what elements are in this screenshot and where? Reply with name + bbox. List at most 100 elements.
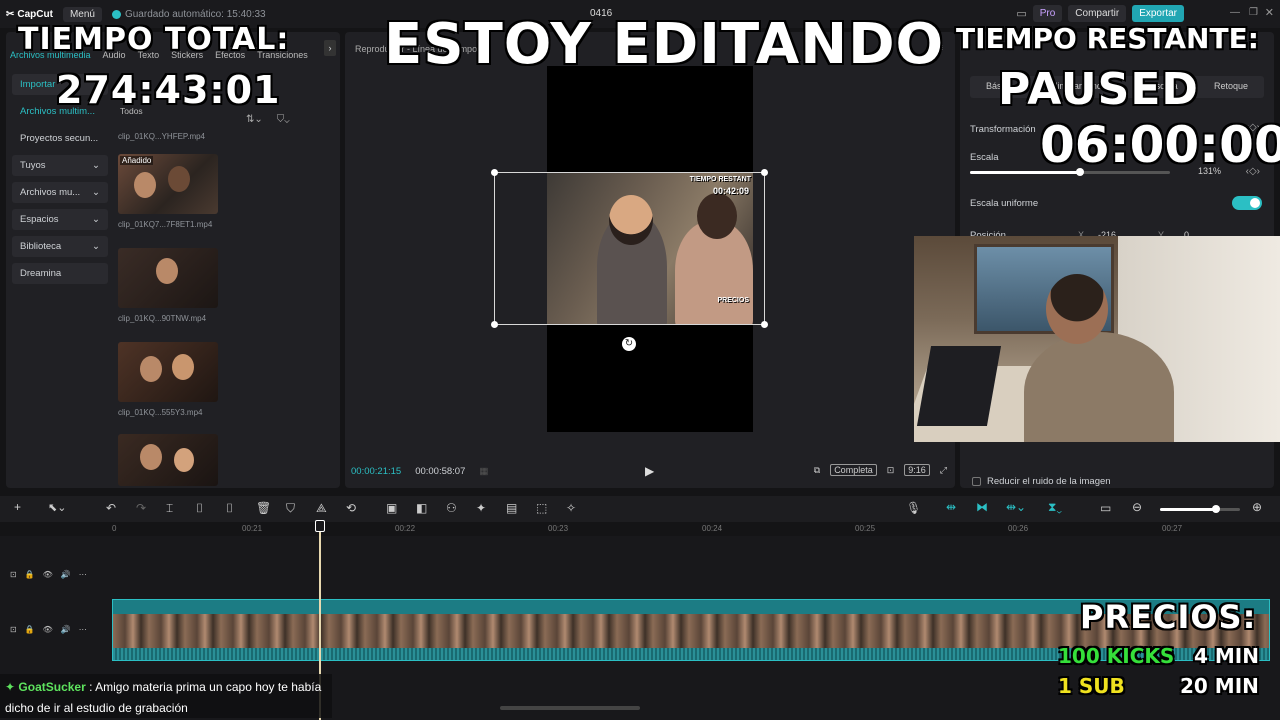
uniform-scale-toggle[interactable] <box>1232 196 1262 210</box>
fullscreen-icon[interactable]: ⤢ <box>940 465 947 476</box>
window-close-icon[interactable]: ✕ <box>1265 6 1274 19</box>
ai-icon[interactable]: ✧ <box>566 501 576 515</box>
resize-handle[interactable] <box>761 321 768 328</box>
export-frame-icon[interactable]: ⬚ <box>536 501 547 515</box>
grid-icon[interactable]: ▦ <box>479 466 488 477</box>
ruler-tick: 00:23 <box>548 524 569 533</box>
snap-icon[interactable]: ⧓ <box>976 500 988 514</box>
total-time-value: 274:43:01 <box>56 68 281 112</box>
select-tool-icon[interactable]: ⬉⌄ <box>48 501 66 514</box>
sidebar-item-yours[interactable]: Tuyos ⌄ <box>12 155 108 176</box>
track-cover-icon[interactable]: ⊡ <box>10 625 17 634</box>
media-item[interactable]: clip_01KQ...YHFEP.mp4 <box>118 126 218 141</box>
media-item[interactable]: clip_01KQ...90TNW.mp4 <box>118 248 218 323</box>
media-item[interactable] <box>118 434 218 486</box>
mark-icon[interactable]: ⛉ <box>286 501 295 516</box>
window-maximize-icon[interactable]: ❐ <box>1249 7 1258 18</box>
resize-handle[interactable] <box>491 169 498 176</box>
tab-retouch[interactable]: Retoque <box>1214 81 1248 93</box>
autosave-status: Guardado automático: 15:40:33 <box>111 9 266 20</box>
snapshot-icon[interactable]: ⊡ <box>887 465 895 476</box>
media-item[interactable]: clip_01KQ...555Y3.mp4 <box>118 342 218 417</box>
preview-axis-icon[interactable]: ⧗⌄ <box>1048 500 1062 515</box>
playhead-handle[interactable] <box>315 520 325 532</box>
chevron-down-icon: ⌄ <box>92 214 100 225</box>
microphone-icon[interactable]: 🎙 <box>906 501 921 515</box>
export-button[interactable]: Exportar <box>1132 5 1184 22</box>
redo-icon[interactable]: ↷ <box>136 501 146 515</box>
sidebar-item-dreamina[interactable]: Dreamina <box>12 263 108 284</box>
ruler-tick: 00:21 <box>242 524 263 533</box>
speed-icon[interactable]: ⟲ <box>346 501 356 515</box>
zoom-slider-knob[interactable] <box>1212 505 1220 513</box>
hd-icon[interactable]: ▤ <box>506 501 517 515</box>
link-icon[interactable]: ⇹⌄ <box>1006 500 1026 514</box>
crop-ratio-icon[interactable]: ⧉ <box>814 465 820 476</box>
eye-icon[interactable]: 👁 <box>43 625 53 634</box>
zoom-in-icon[interactable]: ⊕ <box>1252 500 1262 514</box>
timeline-ruler[interactable]: 0 00:21 00:22 00:23 00:24 00:25 00:26 00… <box>112 522 1280 536</box>
ruler-tick: 00:22 <box>395 524 416 533</box>
lock-icon[interactable]: 🔒 <box>25 570 35 579</box>
capcut-logo-icon: ✂ <box>6 8 15 20</box>
split-icon[interactable]: ⌶ <box>166 501 173 516</box>
webcam-laptop <box>916 346 1002 426</box>
topbar-actions: ▭ Pro Compartir Exportar <box>1016 5 1184 22</box>
sort-icon[interactable]: ⇅⌄ <box>246 114 263 125</box>
layout-icon[interactable]: ▭ <box>1016 7 1026 20</box>
media-item[interactable]: Añadido clip_01KQ7...7F8ET1.mp4 <box>118 154 218 229</box>
track-controls: ⊡ 🔒 👁 🔊 ⋯ <box>10 570 87 579</box>
tabs-next-icon[interactable]: › <box>324 40 336 56</box>
delete-icon[interactable]: 🗑 <box>256 501 271 515</box>
crop-icon[interactable]: ⟁ <box>316 501 327 516</box>
split-left-icon[interactable]: ⌷ <box>196 501 203 516</box>
resize-handle[interactable] <box>491 321 498 328</box>
undo-icon[interactable]: ↶ <box>106 501 116 515</box>
sidebar-item-spaces[interactable]: Espacios ⌄ <box>12 209 108 230</box>
rotate-icon[interactable]: ↻ <box>622 337 636 351</box>
sidebar-item-label: Tuyos <box>20 160 46 171</box>
zoom-slider[interactable] <box>1160 505 1240 513</box>
full-quality-button[interactable]: Completa <box>830 464 877 476</box>
selection-box[interactable] <box>491 169 768 328</box>
noise-reduction-label: Reducir el ruido de la imagen <box>987 476 1111 487</box>
media-filename: clip_01KQ7...7F8ET1.mp4 <box>118 220 213 229</box>
media-thumbnail <box>118 434 218 486</box>
person-icon[interactable]: ⚇ <box>446 501 457 515</box>
total-time: 00:00:58:07 <box>415 466 466 477</box>
sidebar-item-media-more[interactable]: Archivos mu... ⌄ <box>12 182 108 203</box>
split-right-icon[interactable]: ⌷ <box>226 501 233 516</box>
sidebar-item-library[interactable]: Biblioteca ⌄ <box>12 236 108 257</box>
magic-icon[interactable]: ✦ <box>476 501 486 515</box>
speaker-icon[interactable]: 🔊 <box>61 570 71 579</box>
chat-username: GoatSucker <box>18 680 86 694</box>
added-badge: Añadido <box>120 156 154 165</box>
pro-button[interactable]: Pro <box>1032 5 1063 22</box>
sidebar-item-subprojects[interactable]: Proyectos secun... <box>12 128 108 149</box>
aspect-ratio-button[interactable]: 9:16 <box>904 464 930 476</box>
link-main-icon[interactable]: ⇹ <box>946 500 956 514</box>
media-filename: clip_01KQ...90TNW.mp4 <box>118 314 207 323</box>
freeze-icon[interactable]: ▣ <box>386 501 397 515</box>
window-minimize-icon[interactable]: — <box>1230 7 1240 18</box>
lock-icon[interactable]: 🔒 <box>25 625 35 634</box>
speaker-icon[interactable]: 🔊 <box>61 625 71 634</box>
add-icon[interactable]: + <box>14 500 21 514</box>
app-name: CapCut <box>17 8 53 20</box>
horizontal-scrollbar[interactable] <box>500 706 640 710</box>
play-icon[interactable]: ▶ <box>645 464 654 478</box>
more-icon[interactable]: ⋯ <box>79 625 87 634</box>
zoom-out-icon[interactable]: ⊖ <box>1132 500 1142 514</box>
eye-icon[interactable]: 👁 <box>43 570 53 579</box>
chevron-down-icon: ⌄ <box>92 160 100 171</box>
share-button[interactable]: Compartir <box>1068 5 1127 22</box>
filter-icon[interactable]: ⛉⌄ <box>277 114 290 125</box>
track-cover-icon[interactable]: ⊡ <box>10 570 17 579</box>
menu-button[interactable]: Menú <box>62 6 102 22</box>
more-icon[interactable]: ⋯ <box>79 570 87 579</box>
capcut-logo: ✂ CapCut <box>6 9 53 20</box>
subtitle-icon[interactable]: ▭ <box>1100 501 1111 515</box>
audio-icon[interactable]: ◧ <box>416 501 427 515</box>
noise-checkbox[interactable] <box>972 477 981 486</box>
resize-handle[interactable] <box>761 169 768 176</box>
